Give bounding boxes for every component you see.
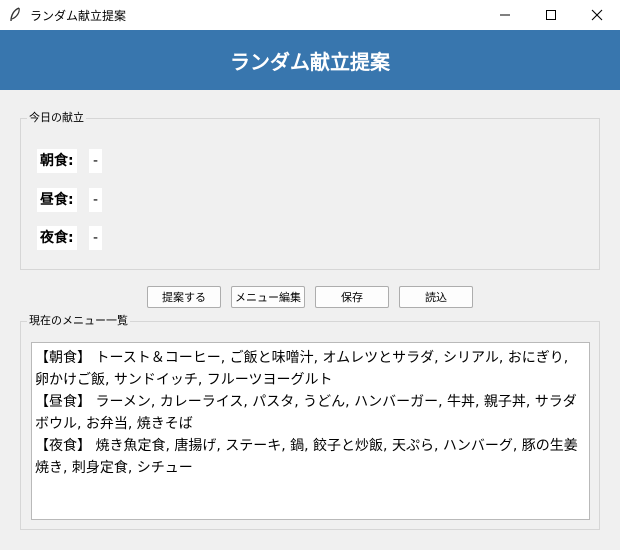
close-icon: [591, 9, 603, 21]
header-title: ランダム献立提案: [230, 49, 390, 74]
close-button[interactable]: [574, 0, 620, 30]
dinner-label: 夜食:: [37, 226, 77, 250]
suggest-button[interactable]: 提案する: [147, 286, 221, 308]
app-header: ランダム献立提案: [0, 30, 620, 90]
today-menu-legend: 今日の献立: [27, 111, 86, 125]
minimize-button[interactable]: [482, 0, 528, 30]
feather-icon: [10, 7, 20, 22]
menu-list-legend: 現在のメニュー一覧: [27, 314, 130, 328]
maximize-button[interactable]: [528, 0, 574, 30]
load-button[interactable]: 読込: [399, 286, 473, 308]
title-bar: ランダム献立提案: [0, 0, 620, 30]
lunch-label: 昼食:: [37, 188, 77, 212]
today-menu-group: 今日の献立 朝食: - 昼食: - 夜食: -: [20, 111, 600, 270]
window-title: ランダム献立提案: [30, 9, 127, 23]
edit-menu-button[interactable]: メニュー編集: [231, 286, 305, 308]
minimize-icon: [500, 14, 510, 16]
save-button[interactable]: 保存: [315, 286, 389, 308]
lunch-value: -: [89, 188, 103, 212]
menu-list-textarea[interactable]: 【朝食】 トースト＆コーヒー, ご飯と味噌汁, オムレツとサラダ, シリアル, …: [31, 342, 590, 520]
dinner-value: -: [89, 226, 103, 250]
menu-list-group: 現在のメニュー一覧 【朝食】 トースト＆コーヒー, ご飯と味噌汁, オムレツとサ…: [20, 314, 600, 530]
breakfast-label: 朝食:: [37, 149, 77, 173]
maximize-icon: [546, 10, 556, 20]
breakfast-value: -: [89, 149, 103, 173]
